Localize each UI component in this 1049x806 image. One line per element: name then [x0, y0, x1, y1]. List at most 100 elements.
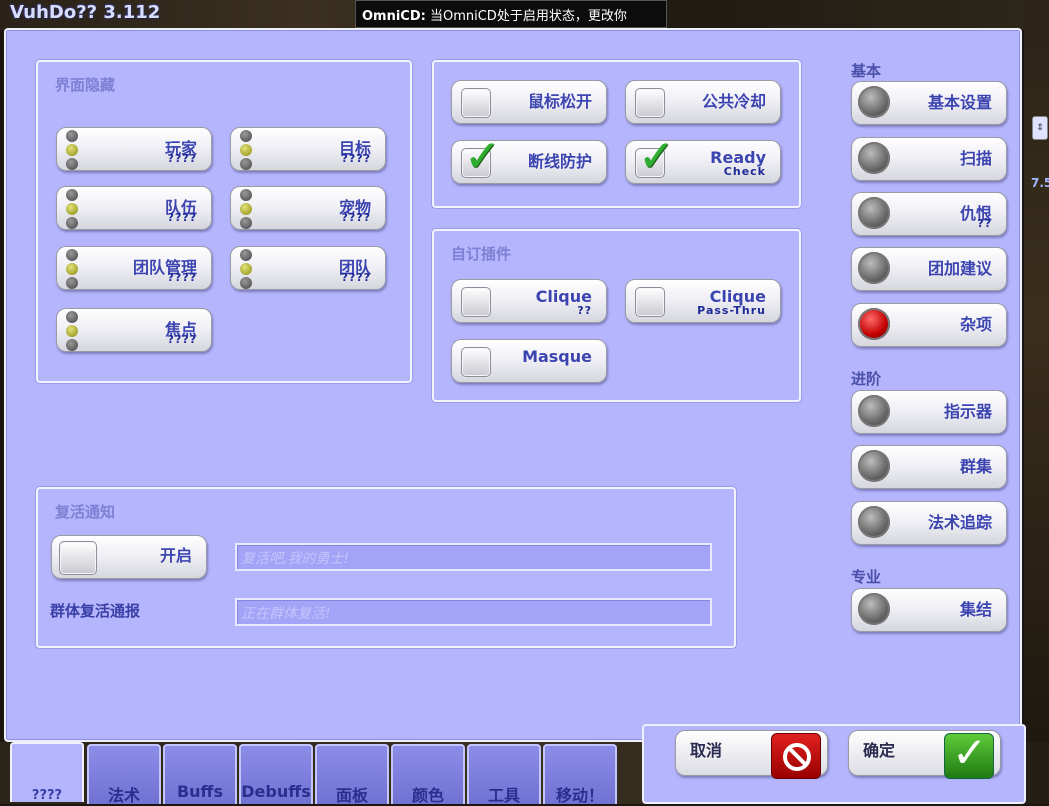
toggle-sublabel: ???? — [341, 152, 371, 165]
radio-off-icon — [858, 395, 890, 427]
cancel-button[interactable]: 取消 — [675, 730, 828, 779]
sidebar-item-spell-tracking[interactable]: 法术追踪 — [851, 501, 1007, 545]
hide-target-toggle[interactable]: 目标 ???? — [230, 127, 386, 171]
tab-debuffs[interactable]: Debuffs — [239, 744, 313, 804]
sidebar-item-label: 集结 — [959, 600, 992, 619]
sidebar-item-label: 杂项 — [959, 315, 992, 334]
expert-section-header: 专业 — [851, 568, 882, 586]
sidebar-item-clusters[interactable]: 群集 — [851, 445, 1007, 489]
checkbox-icon — [635, 88, 665, 118]
tristate-icon — [63, 130, 81, 170]
checkbox-icon — [635, 287, 665, 317]
tab-buffs[interactable]: Buffs — [163, 744, 237, 804]
resurrect-message-input[interactable]: 复活吧,我的勇士! — [235, 543, 712, 571]
tristate-icon — [63, 189, 81, 229]
global-cooldown-checkbox[interactable]: 公共冷却 — [625, 80, 781, 124]
checkmark-icon: ✓ — [944, 730, 994, 779]
sidebar-item-label: 基本设置 — [927, 93, 992, 112]
sidebar-item-label: 法术追踪 — [927, 513, 992, 532]
basic-section-header: 基本 — [851, 62, 882, 80]
window-title: VuhDo?? 3.112 — [10, 2, 161, 23]
toggle-sublabel: ???? — [167, 211, 197, 224]
checkbox-label: 开启 — [159, 546, 192, 565]
sidebar-item-buff-advice[interactable]: 团加建议 — [851, 247, 1007, 291]
toggle-sublabel: ???? — [167, 152, 197, 165]
tab-tools[interactable]: 工具 — [467, 744, 541, 805]
checkbox-icon: ✓ — [635, 135, 675, 179]
checkbox-icon: ✓ — [461, 135, 501, 179]
ok-button[interactable]: 确定 ✓ — [848, 730, 1001, 779]
checkbox-icon — [461, 347, 491, 377]
sidebar-item-scan[interactable]: 扫描 — [851, 137, 1007, 181]
cancel-icon — [771, 733, 821, 779]
sidebar-item-misc[interactable]: 杂项 — [851, 303, 1007, 347]
plugins-title: 自订插件 — [451, 245, 512, 263]
checkbox-sublabel: Check — [723, 165, 766, 178]
checkmark-icon: ✓ — [464, 131, 501, 182]
tab-spells[interactable]: 法术 — [87, 744, 161, 805]
ready-check-checkbox[interactable]: ✓ Ready Check — [625, 135, 781, 184]
hide-pet-toggle[interactable]: 宠物 ???? — [230, 186, 386, 230]
radio-off-icon — [858, 450, 890, 482]
notice-app: OmniCD: — [362, 9, 426, 24]
sidebar-item-threat[interactable]: 仇恨 ?? — [851, 192, 1007, 236]
checkbox-icon — [461, 287, 491, 317]
masque-checkbox[interactable]: Masque — [451, 339, 607, 383]
resurrect-title: 复活通知 — [55, 503, 116, 521]
toggle-sublabel: ???? — [341, 211, 371, 224]
checkbox-sublabel: Pass-Thru — [697, 304, 766, 317]
tristate-icon — [237, 130, 255, 170]
mass-resurrect-input[interactable]: 正在群体复活! — [235, 598, 712, 626]
sidebar-item-basic-settings[interactable]: 基本设置 — [851, 81, 1007, 125]
sidebar-item-label: 群集 — [959, 457, 992, 476]
cancel-label: 取消 — [690, 741, 723, 760]
tristate-icon — [63, 249, 81, 289]
omnicd-notice: OmniCD: 当OmniCD处于启用状态，更改你 — [355, 0, 667, 28]
hide-frames-title: 界面隐藏 — [55, 76, 116, 94]
toggle-sublabel: ???? — [167, 333, 197, 346]
radio-off-icon — [858, 86, 890, 118]
hide-player-toggle[interactable]: 玩家 ???? — [56, 127, 212, 171]
tab-general[interactable]: ???? — [10, 742, 84, 803]
checkmark-icon: ✓ — [638, 131, 675, 182]
hide-focus-toggle[interactable]: 焦点 ???? — [56, 308, 212, 352]
notice-text: 当OmniCD处于启用状态，更改你 — [429, 9, 627, 24]
disconnect-protect-checkbox[interactable]: ✓ 断线防护 — [451, 135, 607, 184]
radio-on-icon — [858, 308, 890, 340]
sidebar-item-label: 团加建议 — [927, 259, 992, 278]
sidebar-item-rally[interactable]: 集结 — [851, 588, 1007, 632]
tristate-icon — [237, 249, 255, 289]
tab-panels[interactable]: 面板 — [315, 744, 389, 805]
edge-number: 7.5 — [1031, 176, 1049, 190]
tristate-icon — [63, 311, 81, 351]
hide-raid-toggle[interactable]: 团队 ???? — [230, 246, 386, 290]
mouse-up-checkbox[interactable]: 鼠标松开 — [451, 80, 607, 124]
tristate-icon — [237, 189, 255, 229]
checkbox-label: 鼠标松开 — [527, 92, 592, 111]
mass-resurrect-label: 群体复活通报 — [50, 602, 141, 620]
tab-move[interactable]: 移动！ — [543, 744, 617, 805]
radio-off-icon — [858, 593, 890, 625]
ok-label: 确定 — [863, 741, 896, 760]
checkbox-label: 公共冷却 — [701, 92, 766, 111]
toggle-sublabel: ???? — [167, 271, 197, 284]
hide-raid-manager-toggle[interactable]: 团队管理 ???? — [56, 246, 212, 290]
radio-off-icon — [858, 252, 890, 284]
radio-off-icon — [858, 197, 890, 229]
scroll-arrows-icon[interactable]: ⇕ — [1032, 116, 1048, 140]
clique-checkbox[interactable]: Clique ?? — [451, 279, 607, 323]
toggle-sublabel: ???? — [341, 271, 371, 284]
sidebar-item-label: 扫描 — [959, 149, 992, 168]
tab-colors[interactable]: 颜色 — [391, 744, 465, 805]
sidebar-item-label: 指示器 — [943, 402, 992, 421]
radio-off-icon — [858, 506, 890, 538]
checkbox-icon — [59, 541, 97, 575]
sidebar-item-indicators[interactable]: 指示器 — [851, 390, 1007, 434]
checkbox-icon — [461, 88, 491, 118]
checkbox-label: 断线防护 — [527, 152, 592, 171]
hide-party-toggle[interactable]: 队伍 ???? — [56, 186, 212, 230]
clique-pass-thru-checkbox[interactable]: Clique Pass-Thru — [625, 279, 781, 323]
checkbox-label: Masque — [522, 347, 592, 366]
resurrect-enable-checkbox[interactable]: 开启 — [51, 535, 207, 579]
checkbox-sublabel: ?? — [577, 304, 592, 317]
